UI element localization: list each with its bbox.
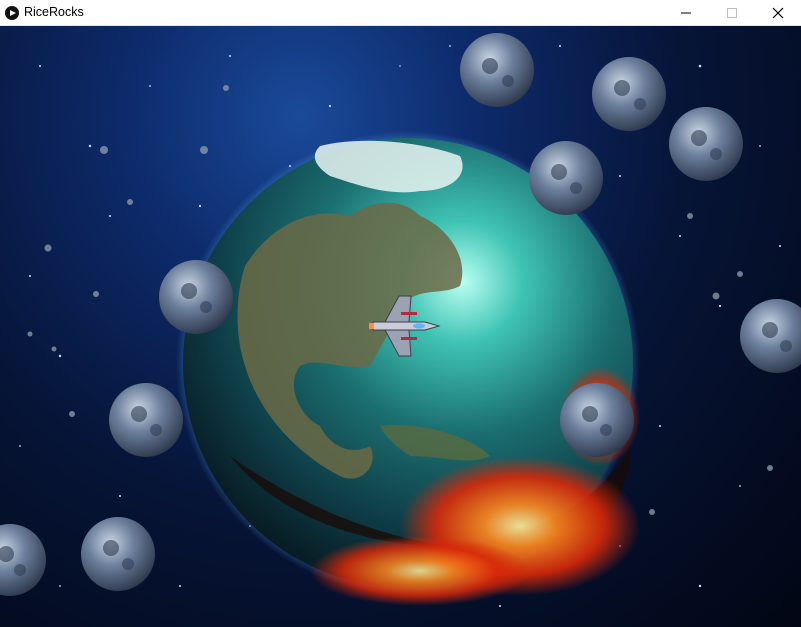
window-title: RiceRocks (24, 5, 84, 19)
play-icon (5, 6, 19, 20)
close-icon (772, 7, 784, 19)
asteroid (592, 57, 666, 131)
asteroid (109, 383, 183, 457)
maximize-icon (727, 8, 737, 18)
asteroid (0, 524, 46, 596)
asteroid (669, 107, 743, 181)
close-button[interactable] (755, 0, 801, 26)
minimize-button[interactable] (663, 0, 709, 26)
asteroid (560, 383, 634, 457)
minimize-icon (681, 12, 691, 14)
asteroid (159, 260, 233, 334)
title-bar[interactable]: RiceRocks (0, 0, 801, 26)
game-canvas[interactable] (0, 26, 801, 627)
asteroid (740, 299, 801, 373)
game-scene (0, 33, 801, 607)
game-window: RiceRocks (0, 0, 801, 627)
asteroid (529, 141, 603, 215)
asteroid (460, 33, 534, 107)
asteroid (81, 517, 155, 591)
maximize-button[interactable] (709, 0, 755, 26)
